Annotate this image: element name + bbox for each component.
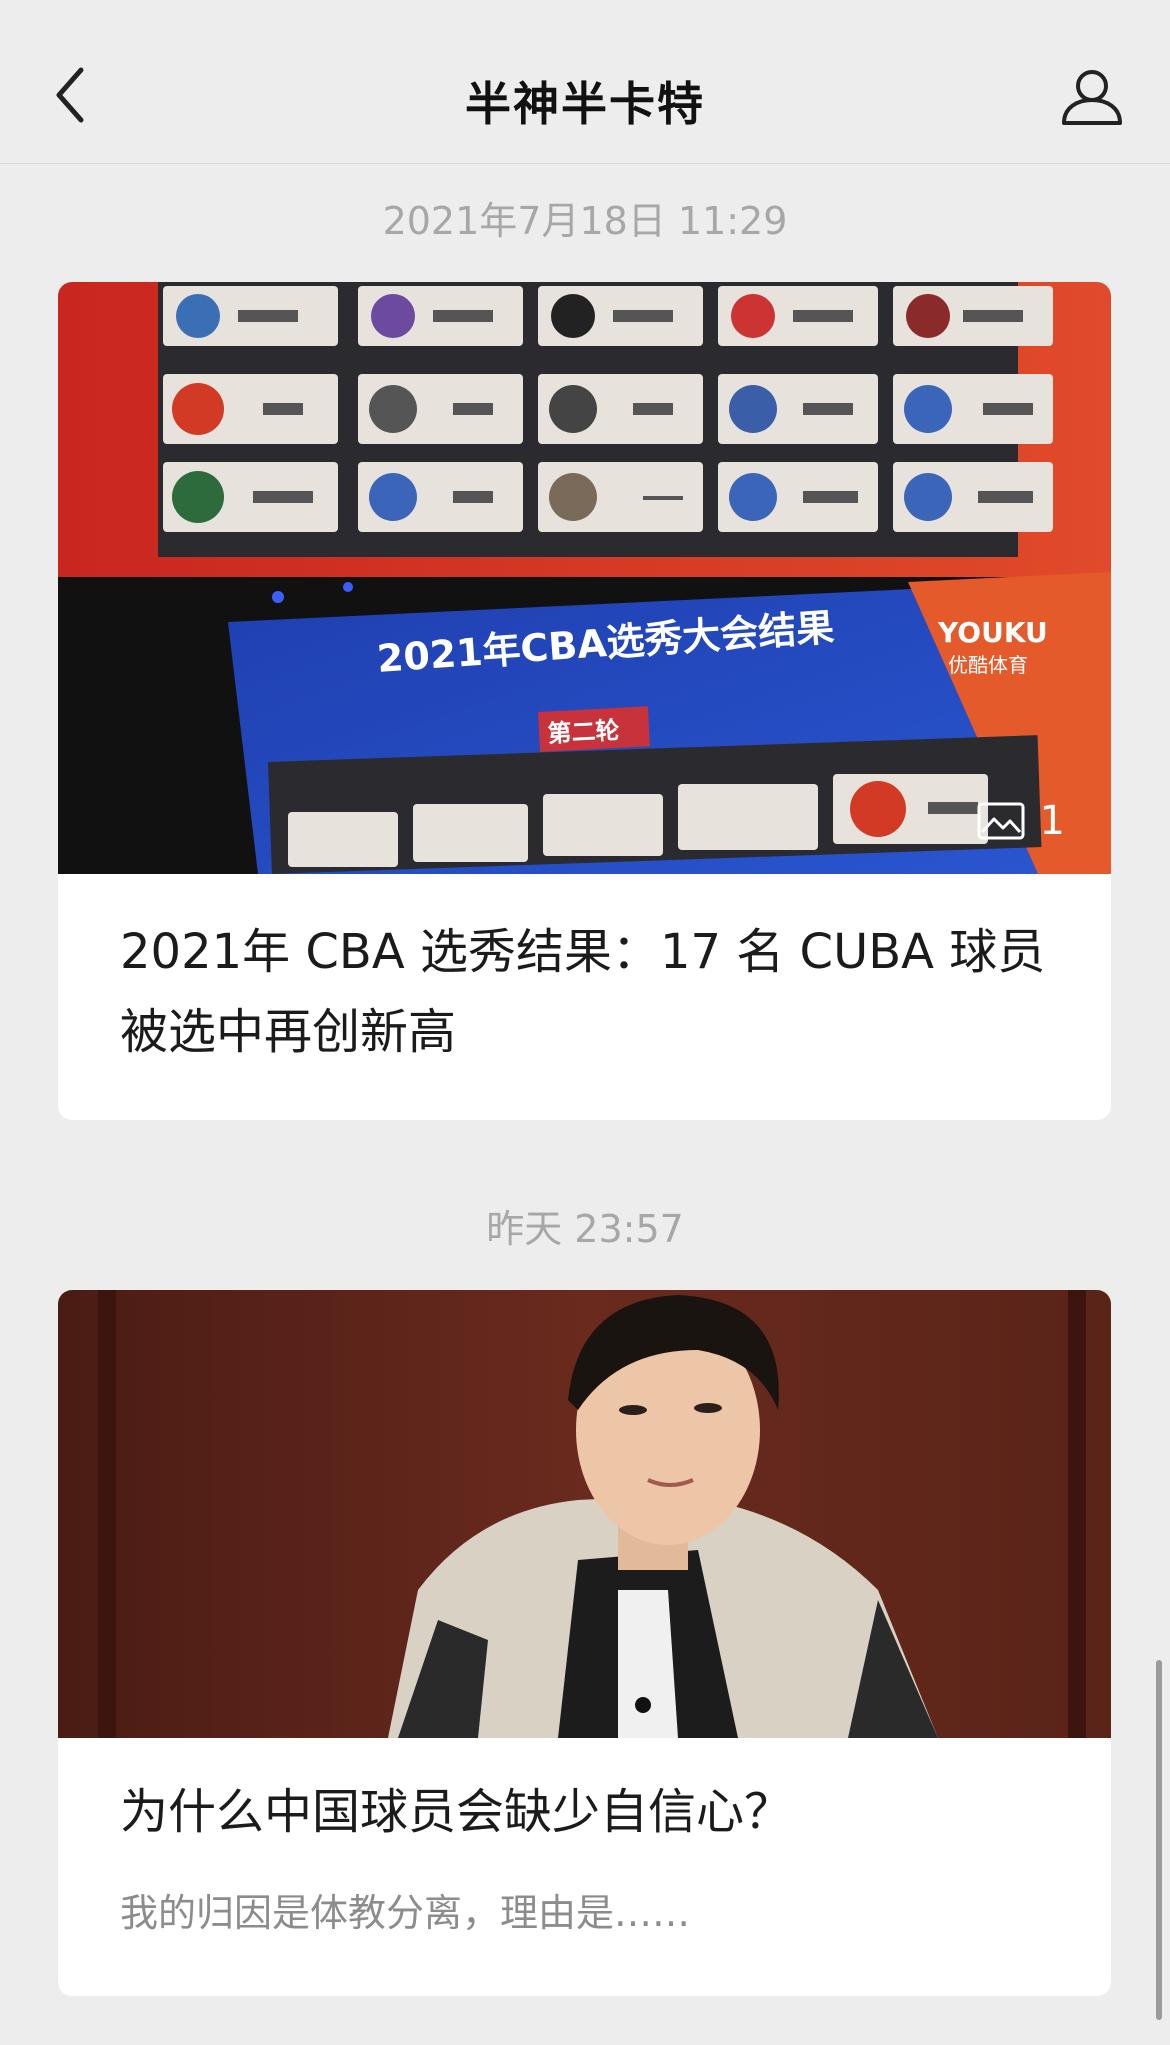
image-count: 1 xyxy=(1039,798,1065,844)
round-label: 第二轮 xyxy=(547,716,620,748)
message-timestamp: 2021年7月18日 11:29 xyxy=(382,199,788,243)
page-title: 半神半卡特 xyxy=(465,77,705,131)
top-bar: 半神半卡特 xyxy=(0,0,1170,164)
player-portrait-photo xyxy=(58,1290,1111,1738)
user-icon xyxy=(1062,70,1122,125)
article-summary: 我的归因是体教分离，理由是…… xyxy=(120,1891,691,1935)
brand-logo: YOUKU xyxy=(937,616,1048,649)
back-button[interactable] xyxy=(40,60,100,130)
article-title: 为什么中国球员会缺少自信心？ xyxy=(120,1784,793,1840)
draft-board-photo: 2021年CBA选秀大会结果 第二轮 YOUKU 优酷体育 xyxy=(58,282,1111,874)
article-cover-image: 2021年CBA选秀大会结果 第二轮 YOUKU 优酷体育 1 xyxy=(58,282,1111,874)
image-count-badge: 1 xyxy=(976,798,1065,844)
article-card[interactable]: 为什么中国球员会缺少自信心？ 我的归因是体教分离，理由是…… xyxy=(58,1290,1111,1996)
scrollbar[interactable] xyxy=(1156,1660,1162,2020)
brand-sub: 优酷体育 xyxy=(948,653,1028,677)
message-timestamp: 昨天 23:57 xyxy=(486,1207,684,1251)
article-title: 2021年 CBA 选秀结果：17 名 CUBA 球员被选中再创新高 xyxy=(120,924,1046,1060)
chevron-left-icon xyxy=(56,67,84,123)
profile-button[interactable] xyxy=(1054,62,1130,132)
article-cover-image xyxy=(58,1290,1111,1738)
article-card[interactable]: 2021年CBA选秀大会结果 第二轮 YOUKU 优酷体育 1 2021年 CB… xyxy=(58,282,1111,1120)
image-icon xyxy=(977,802,1025,840)
